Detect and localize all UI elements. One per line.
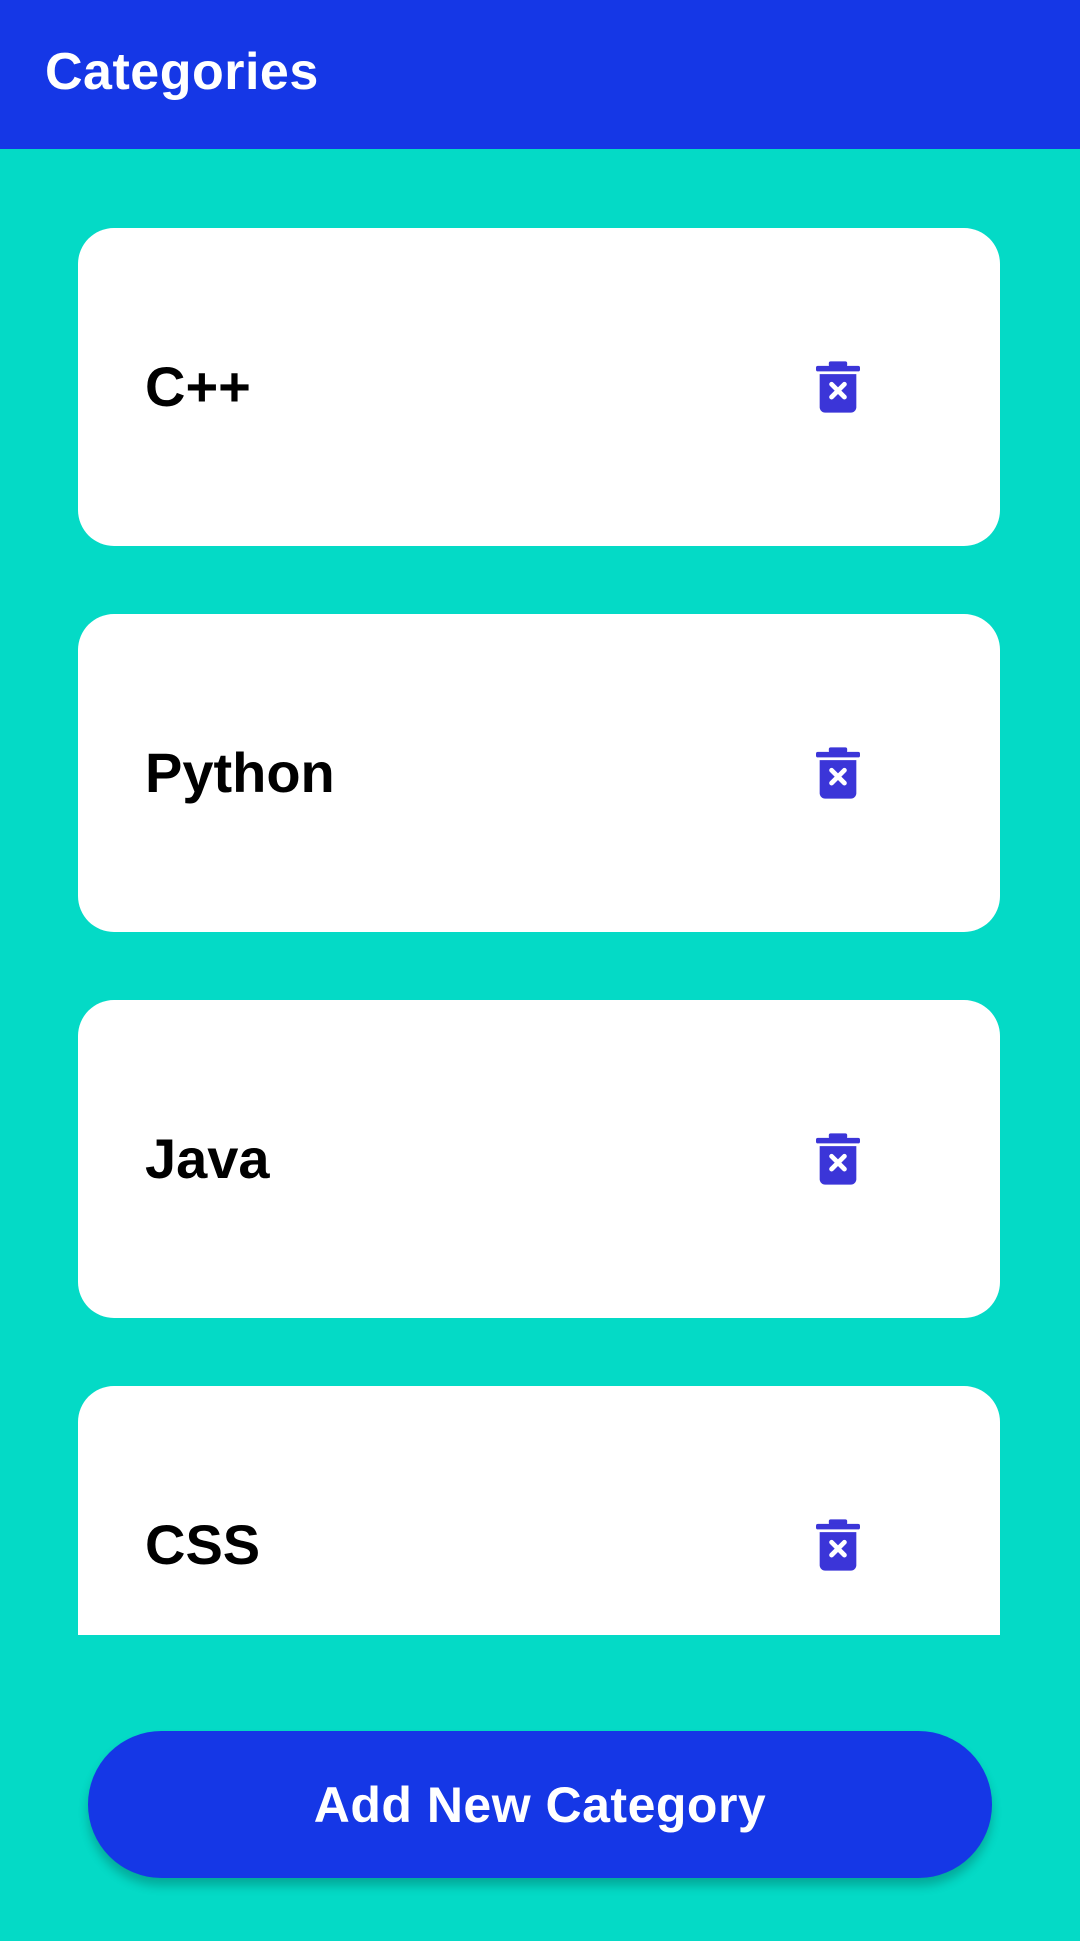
category-card[interactable]: Java	[78, 1000, 1000, 1318]
delete-category-button[interactable]	[806, 355, 870, 419]
delete-forever-icon	[816, 1519, 860, 1571]
delete-category-button[interactable]	[806, 741, 870, 805]
delete-forever-icon	[816, 1133, 860, 1185]
delete-category-button[interactable]	[806, 1513, 870, 1577]
delete-forever-icon	[816, 747, 860, 799]
app-bar: Categories	[0, 0, 1080, 149]
app-title: Categories	[45, 43, 319, 101]
delete-forever-icon	[816, 361, 860, 413]
category-name: CSS	[145, 1513, 261, 1576]
category-name: Python	[145, 741, 335, 804]
category-card[interactable]: CSS	[78, 1386, 1000, 1635]
category-name: C++	[145, 355, 251, 418]
add-new-category-button[interactable]: Add New Category	[88, 1731, 992, 1878]
category-card[interactable]: C++	[78, 228, 1000, 546]
delete-category-button[interactable]	[806, 1127, 870, 1191]
category-card[interactable]: Python	[78, 614, 1000, 932]
category-name: Java	[145, 1127, 270, 1190]
category-list[interactable]: C++ Python Java CSS	[0, 149, 1080, 1635]
